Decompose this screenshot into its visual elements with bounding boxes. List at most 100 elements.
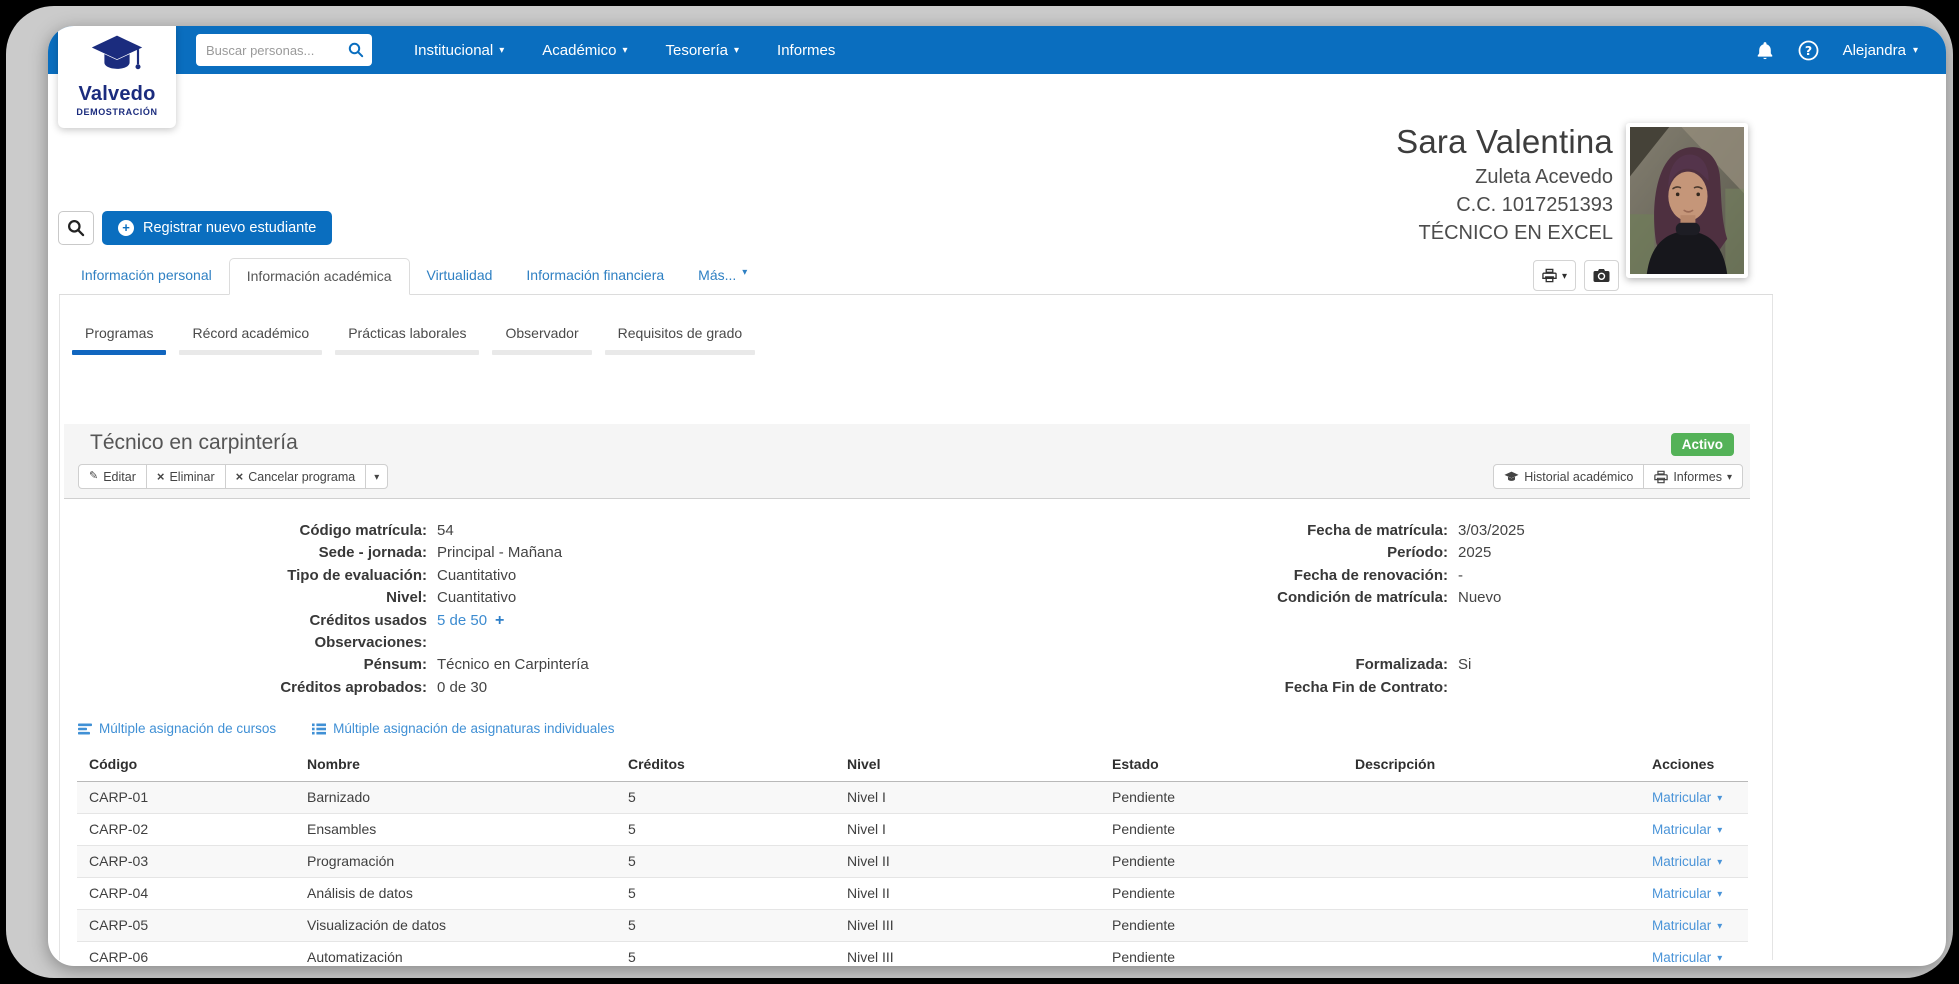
logo-subtitle: DEMOSTRACIÓN [76,107,158,117]
search-icon[interactable] [348,42,364,58]
close-icon: × [156,469,165,484]
student-last-names: Zuleta Acevedo [1475,166,1613,188]
more-program-actions-button[interactable]: ▾ [365,464,389,489]
codigo-matricula-value: 54 [437,522,454,539]
subtab-observador[interactable]: Observador [492,325,592,355]
matricular-button[interactable]: Matricular ▾ [1652,854,1722,869]
chevron-down-icon: ▾ [1561,270,1567,282]
periodo-value: 2025 [1458,544,1492,562]
tab-mas[interactable]: Más... ▾ [681,258,764,294]
chevron-down-icon: ▾ [1717,824,1723,836]
col-nombre: Nombre [295,747,616,782]
chevron-down-icon: ▾ [1717,920,1723,932]
notifications-bell-icon[interactable] [1756,41,1774,60]
printer-icon [1542,268,1557,283]
people-search [196,34,372,66]
table-row: CARP-05 Visualización de datos 5 Nivel III P… [77,908,1748,941]
tab-informacion-financiera[interactable]: Información financiera [509,258,681,294]
menu-institucional[interactable]: Institucional ▾ [414,42,504,59]
plus-circle-icon: + [118,220,134,236]
matricular-button[interactable]: Matricular ▾ [1652,950,1722,965]
search-input[interactable] [206,42,348,58]
sede-jornada-value: Principal - Mañana [437,544,563,562]
camera-icon [1593,269,1610,282]
matricular-button[interactable]: Matricular ▾ [1652,822,1722,837]
col-codigo: Código [77,747,295,782]
open-search-button[interactable] [58,211,94,245]
fecha-matricula-value: 3/03/2025 [1458,522,1525,539]
edit-program-button[interactable]: ✎ Editar [78,464,147,489]
tab-informacion-personal[interactable]: Información personal [64,258,229,294]
program-details-left: Código matrícula: 54 Sede - jornada: Princ… [280,522,589,696]
col-creditos: Créditos [616,747,835,782]
graduation-cap-logo-icon [91,35,143,70]
main-tabs: Información personal Información académi… [59,258,1773,295]
subtab-practicas-laborales[interactable]: Prácticas laborales [335,325,480,355]
device-frame: Institucional▾ Académico▾ Tesorería▾ Inf… [6,6,1953,978]
table-header-row: Código Nombre Créditos Nivel Estado Desc… [77,747,1748,782]
col-nivel: Nivel [835,747,1100,782]
register-student-button[interactable]: + Registrar nuevo estudiante [102,211,333,245]
chevron-down-icon: ▾ [1912,45,1918,56]
add-credits-icon[interactable]: + [495,612,504,630]
fecha-renovacion-value: - [1458,566,1463,584]
academic-subtabs: Programas Récord académico Prácticas lab… [72,325,768,355]
logo-name: Valvedo [78,83,156,105]
matricular-button[interactable]: Matricular ▾ [1652,918,1722,933]
app-logo[interactable]: Valvedo DEMOSTRACIÓN [58,26,176,128]
subtab-programas[interactable]: Programas [72,325,167,355]
col-estado: Estado [1100,747,1343,782]
chevron-down-icon: ▾ [734,45,740,56]
cancel-program-button[interactable]: × Cancelar programa [224,464,367,489]
multiple-course-assignment-link[interactable]: Múltiple asignación de cursos [78,721,276,736]
matricular-button[interactable]: Matricular ▾ [1652,886,1722,901]
academic-history-button[interactable]: Historial académico [1493,464,1645,489]
menu-informes[interactable]: Informes [777,42,835,59]
tab-panel-academica: Programas Récord académico Prácticas lab… [59,295,1773,966]
tab-informacion-academica[interactable]: Información académica [228,258,410,295]
student-tab-card: Información personal Información académi… [59,258,1773,966]
subtab-requisitos-grado[interactable]: Requisitos de grado [604,325,756,355]
user-name: Alejandra [1842,41,1906,59]
creditos-aprobados-value: 0 de 30 [437,678,488,696]
menu-tesoreria[interactable]: Tesorería ▾ [665,42,739,59]
chevron-down-icon: ▾ [1717,792,1723,804]
student-photo [1626,123,1748,278]
graduation-cap-icon [1504,471,1519,481]
tab-virtualidad[interactable]: Virtualidad [410,258,510,294]
program-details-right: Fecha de matrícula: 3/03/2025 Período: 202… [1277,522,1525,696]
photo-camera-button[interactable] [1584,260,1619,291]
creditos-usados-value[interactable]: 5 de 50 [437,612,487,629]
reports-button[interactable]: Informes ▾ [1643,464,1743,489]
condicion-matricula-value: Nuevo [1458,589,1502,607]
table-row: CARP-01 Barnizado 5 Nivel I Pendiente Matric… [77,781,1748,813]
search-icon [68,220,85,237]
tipo-evaluacion-value: Cuantitativo [437,566,517,584]
user-menu[interactable]: Alejandra ▾ [1843,42,1918,59]
assignment-links: Múltiple asignación de cursos Múltiple a… [78,721,615,736]
delete-program-button[interactable]: × Eliminar [145,464,226,489]
app-window: Institucional▾ Académico▾ Tesorería▾ Inf… [48,26,1946,966]
chevron-down-icon: ▾ [1717,888,1723,900]
program-toolbar-left: ✎ Editar × Eliminar × Cancelar programa ▾ [78,464,389,489]
top-navbar: Institucional▾ Académico▾ Tesorería▾ Inf… [48,26,1946,74]
chevron-down-icon: ▾ [1726,471,1732,483]
close-icon: × [235,469,244,484]
menu-academico[interactable]: Académico ▾ [542,42,627,59]
program-title: Técnico en carpintería [90,431,298,454]
svg-text:?: ? [1804,42,1811,57]
print-button[interactable]: ▾ [1532,260,1576,291]
help-icon[interactable]: ? [1798,40,1819,61]
matricular-button[interactable]: Matricular ▾ [1652,790,1722,805]
multiple-subject-assignment-link[interactable]: Múltiple asignación de asignaturas indiv… [312,721,615,736]
subtab-record-academico[interactable]: Récord académico [179,325,323,355]
student-actions: + Registrar nuevo estudiante [58,211,333,245]
nivel-value: Cuantitativo [437,589,517,607]
pencil-icon: ✎ [89,470,99,482]
pensum-value: Técnico en Carpintería [437,656,589,674]
main-menu: Institucional ▾ Académico ▾ Tesorería ▾ Inf… [414,26,835,74]
table-row: CARP-03 Programación 5 Nivel II Pendiente Ma… [77,844,1748,877]
chevron-down-icon: ▾ [1717,856,1723,868]
student-first-names: Sara Valentina [1396,123,1613,160]
formalizada-value: Si [1458,656,1472,674]
